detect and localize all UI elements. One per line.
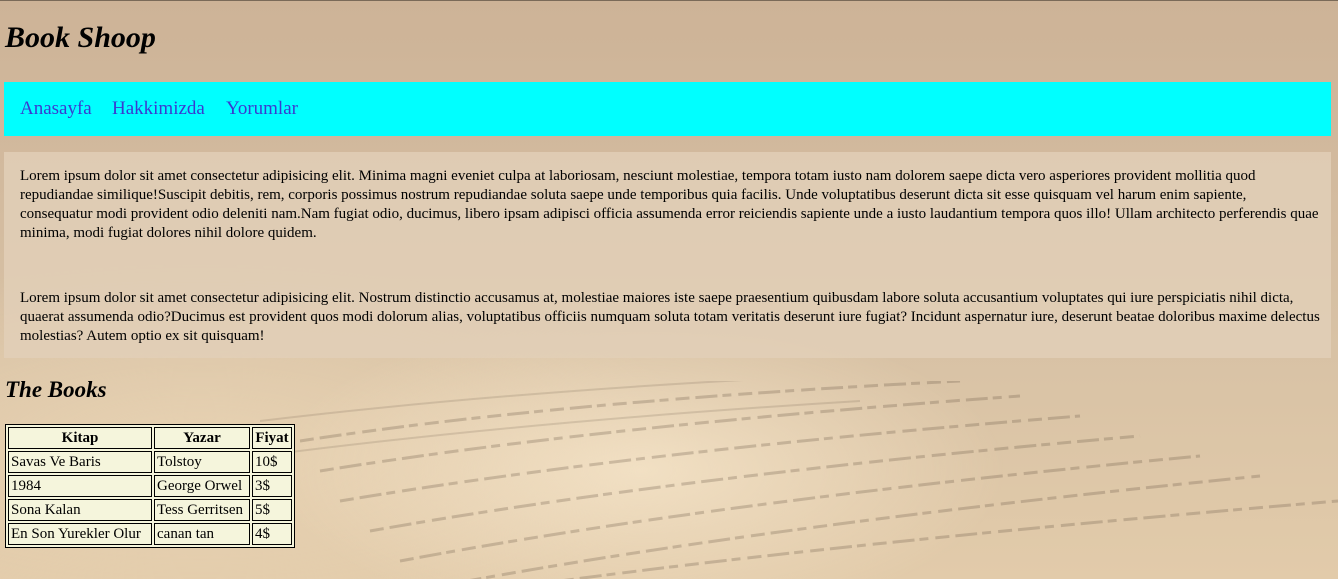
content-section: Lorem ipsum dolor sit amet consectetur a…: [4, 152, 1331, 358]
table-row: 1984 George Orwel 3$: [8, 475, 292, 497]
table-row: Savas Ve Baris Tolstoy 10$: [8, 451, 292, 473]
cell-kitap: 1984: [8, 475, 152, 497]
books-heading: The Books: [5, 377, 107, 402]
column-header-kitap: Kitap: [8, 427, 152, 449]
content-paragraph-1: Lorem ipsum dolor sit amet consectetur a…: [20, 168, 1319, 241]
content-paragraph-2: Lorem ipsum dolor sit amet consectetur a…: [20, 290, 1320, 344]
site-title: Book Shoop: [5, 21, 156, 54]
books-table: Kitap Yazar Fiyat Savas Ve Baris Tolstoy…: [5, 424, 295, 548]
column-header-yazar: Yazar: [154, 427, 250, 449]
nav-link-anasayfa[interactable]: Anasayfa: [20, 98, 92, 120]
table-header-row: Kitap Yazar Fiyat: [8, 427, 292, 449]
cell-fiyat: 4$: [252, 523, 292, 545]
background-book-image: [260, 381, 1338, 579]
column-header-fiyat: Fiyat: [252, 427, 292, 449]
cell-yazar: Tolstoy: [154, 451, 250, 473]
table-row: En Son Yurekler Olur canan tan 4$: [8, 523, 292, 545]
cell-yazar: George Orwel: [154, 475, 250, 497]
cell-fiyat: 5$: [252, 499, 292, 521]
cell-fiyat: 10$: [252, 451, 292, 473]
cell-kitap: Sona Kalan: [8, 499, 152, 521]
nav-link-hakkimizda[interactable]: Hakkimizda: [112, 98, 205, 120]
cell-kitap: Savas Ve Baris: [8, 451, 152, 473]
cell-yazar: canan tan: [154, 523, 250, 545]
cell-kitap: En Son Yurekler Olur: [8, 523, 152, 545]
cell-yazar: Tess Gerritsen: [154, 499, 250, 521]
main-nav: Anasayfa Hakkimizda Yorumlar: [4, 82, 1331, 136]
nav-link-yorumlar[interactable]: Yorumlar: [226, 98, 298, 120]
cell-fiyat: 3$: [252, 475, 292, 497]
table-row: Sona Kalan Tess Gerritsen 5$: [8, 499, 292, 521]
